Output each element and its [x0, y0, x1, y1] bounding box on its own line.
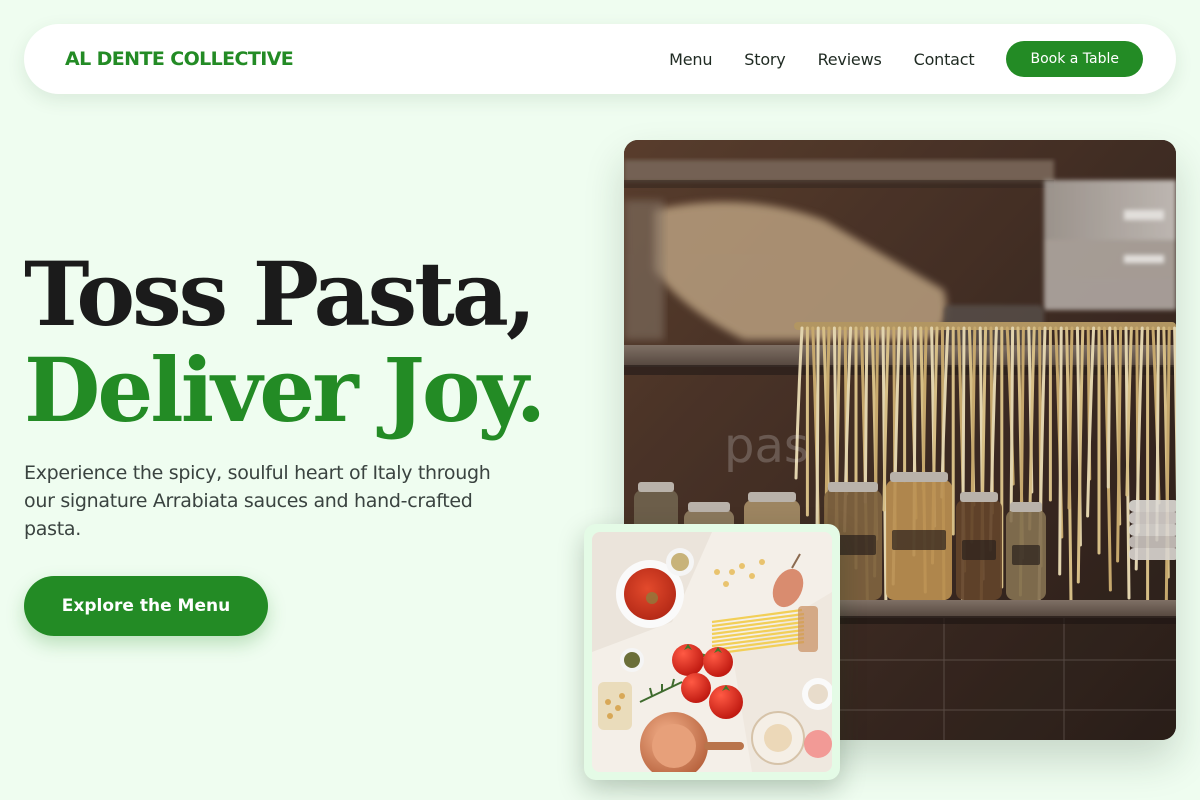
hero-subtitle: Experience the spicy, soulful heart of I…	[24, 462, 491, 540]
ingredients-photo-card	[584, 524, 840, 780]
ingredients-photo	[592, 532, 832, 772]
nav-link-reviews[interactable]: Reviews	[818, 50, 882, 69]
hero-title: Toss Pasta, Deliver Joy.	[24, 242, 546, 442]
explore-menu-button[interactable]: Explore the Menu	[24, 576, 268, 636]
book-table-button[interactable]: Book a Table	[1006, 41, 1143, 77]
nav-links: Menu Story Reviews Contact Book a Table	[669, 41, 1143, 77]
nav-link-contact[interactable]: Contact	[914, 50, 975, 69]
nav-link-story[interactable]: Story	[744, 50, 785, 69]
hero-title-line2: Deliver Joy.	[24, 338, 546, 442]
top-nav: AL DENTE COLLECTIVE Menu Story Reviews C…	[24, 24, 1176, 94]
nav-link-menu[interactable]: Menu	[669, 50, 712, 69]
brand-logo[interactable]: AL DENTE COLLECTIVE	[65, 48, 294, 70]
hero-title-line1: Toss Pasta,	[24, 242, 536, 346]
